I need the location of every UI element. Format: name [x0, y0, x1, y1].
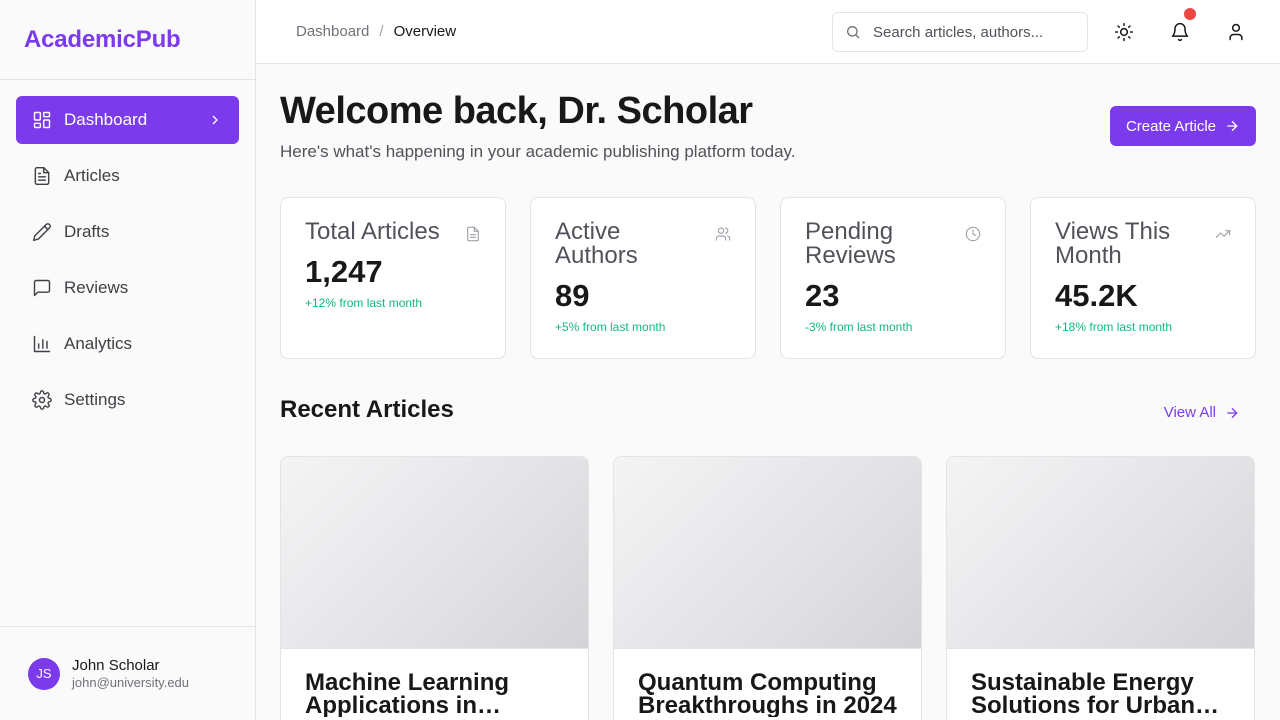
sidebar-item-label: Dashboard — [64, 110, 148, 129]
stat-card-active-authors: Active Authors 89 +5% from last month — [530, 197, 756, 359]
article-title: Machine Learning Applications in Climate… — [305, 669, 510, 718]
stat-change: -3% from last month — [805, 320, 913, 334]
sidebar-item-label: Drafts — [64, 222, 110, 241]
view-all-label: View All — [1163, 404, 1216, 421]
article-title: Sustainable Energy Solutions for Urban D… — [971, 669, 1195, 718]
chevron-right-icon — [207, 112, 223, 128]
sidebar-item-drafts[interactable]: Drafts — [16, 208, 239, 256]
sidebar-item-reviews[interactable]: Reviews — [16, 264, 239, 312]
stat-card-total-articles: Total Articles 1,247 +12% from last mont… — [280, 197, 506, 359]
stat-change: +18% from last month — [1055, 320, 1173, 334]
theme-toggle-button[interactable] — [1108, 16, 1140, 48]
gear-icon — [32, 390, 52, 410]
users-icon — [715, 226, 731, 242]
message-square-icon — [32, 278, 52, 298]
article-card[interactable]: Quantum Computing Breakthroughs in 2024 — [613, 456, 922, 720]
sidebar-nav: Dashboard Articles Drafts Reviews Analyt… — [0, 80, 255, 448]
breadcrumb-dashboard-link[interactable]: Dashboard — [296, 23, 369, 40]
sidebar-item-label: Analytics — [64, 334, 133, 353]
stat-title: Views This Month — [1055, 218, 1171, 269]
user-name: John Scholar — [72, 657, 160, 674]
create-article-button[interactable]: Create Article — [1109, 106, 1256, 146]
stat-change: +12% from last month — [305, 296, 423, 310]
user-email: john@university.edu — [72, 675, 190, 690]
stat-value: 1,247 — [305, 254, 383, 289]
recent-articles-grid: Machine Learning Applications in Climate… — [280, 456, 1256, 720]
search-icon — [845, 24, 873, 40]
article-card[interactable]: Machine Learning Applications in Climate… — [280, 456, 589, 720]
avatar: JS — [28, 657, 60, 690]
sidebar-item-articles[interactable]: Articles — [16, 152, 239, 200]
sidebar-item-label: Reviews — [64, 278, 129, 297]
breadcrumb-separator: / — [379, 23, 384, 40]
article-image-placeholder — [614, 457, 921, 649]
article-card[interactable]: Sustainable Energy Solutions for Urban D… — [946, 456, 1255, 720]
trending-up-icon — [1215, 226, 1231, 242]
stat-value: 23 — [805, 278, 840, 313]
top-header: Dashboard / Overview — [256, 0, 1280, 64]
article-image-placeholder — [281, 457, 588, 649]
stat-card-pending-reviews: Pending Reviews 23 -3% from last month — [780, 197, 1006, 359]
user-menu-button[interactable] — [1220, 16, 1252, 48]
sidebar-item-analytics[interactable]: Analytics — [16, 320, 239, 368]
pen-icon — [32, 222, 52, 242]
stat-title: Total Articles — [305, 218, 440, 245]
stat-value: 89 — [555, 278, 590, 313]
logo-area: AcademicPub — [0, 0, 255, 80]
bell-icon — [1170, 22, 1190, 42]
search-box[interactable] — [832, 12, 1088, 52]
clock-icon — [965, 226, 981, 242]
stat-card-views-this-month: Views This Month 45.2K +18% from last mo… — [1030, 197, 1256, 359]
user-profile[interactable]: JS John Scholar john@university.edu — [0, 626, 255, 720]
stat-title: Pending Reviews — [805, 218, 896, 269]
stat-title: Active Authors — [555, 218, 638, 269]
file-text-icon — [32, 166, 52, 186]
user-info: John Scholar john@university.edu — [72, 657, 189, 690]
search-input[interactable] — [873, 23, 1073, 41]
file-icon — [465, 226, 481, 242]
brand-logo[interactable]: AcademicPub — [24, 26, 181, 54]
sidebar-item-label: Articles — [64, 166, 120, 185]
sidebar-item-settings[interactable]: Settings — [16, 376, 239, 424]
recent-articles-heading: Recent Articles — [280, 396, 454, 423]
arrow-right-icon — [1216, 118, 1240, 134]
bar-chart-icon — [32, 334, 52, 354]
arrow-right-icon — [1216, 405, 1240, 421]
stats-row: Total Articles 1,247 +12% from last mont… — [280, 197, 1256, 359]
stat-change: +5% from last month — [555, 320, 666, 334]
main-content: Welcome back, Dr. Scholar Here's what's … — [256, 64, 1280, 720]
dashboard-icon — [32, 110, 52, 130]
article-title: Quantum Computing Breakthroughs in 2024 — [638, 669, 897, 718]
breadcrumb: Dashboard / Overview — [296, 23, 456, 40]
notifications-button[interactable] — [1164, 8, 1196, 48]
notification-badge — [1184, 8, 1196, 20]
article-image-placeholder — [947, 457, 1254, 649]
sidebar-item-label: Settings — [64, 390, 126, 409]
view-all-link[interactable]: View All — [1164, 404, 1240, 421]
create-article-label: Create Article — [1125, 117, 1216, 135]
sidebar-item-dashboard[interactable]: Dashboard — [16, 96, 239, 144]
page-subtitle: Here's what's happening in your academic… — [280, 142, 796, 161]
page-title: Welcome back, Dr. Scholar — [280, 90, 753, 132]
sun-icon — [1114, 22, 1134, 42]
stat-value: 45.2K — [1055, 278, 1138, 313]
user-icon — [1226, 22, 1246, 42]
sidebar: AcademicPub Dashboard Articles Drafts Re… — [0, 0, 256, 720]
breadcrumb-current: Overview — [393, 23, 457, 40]
